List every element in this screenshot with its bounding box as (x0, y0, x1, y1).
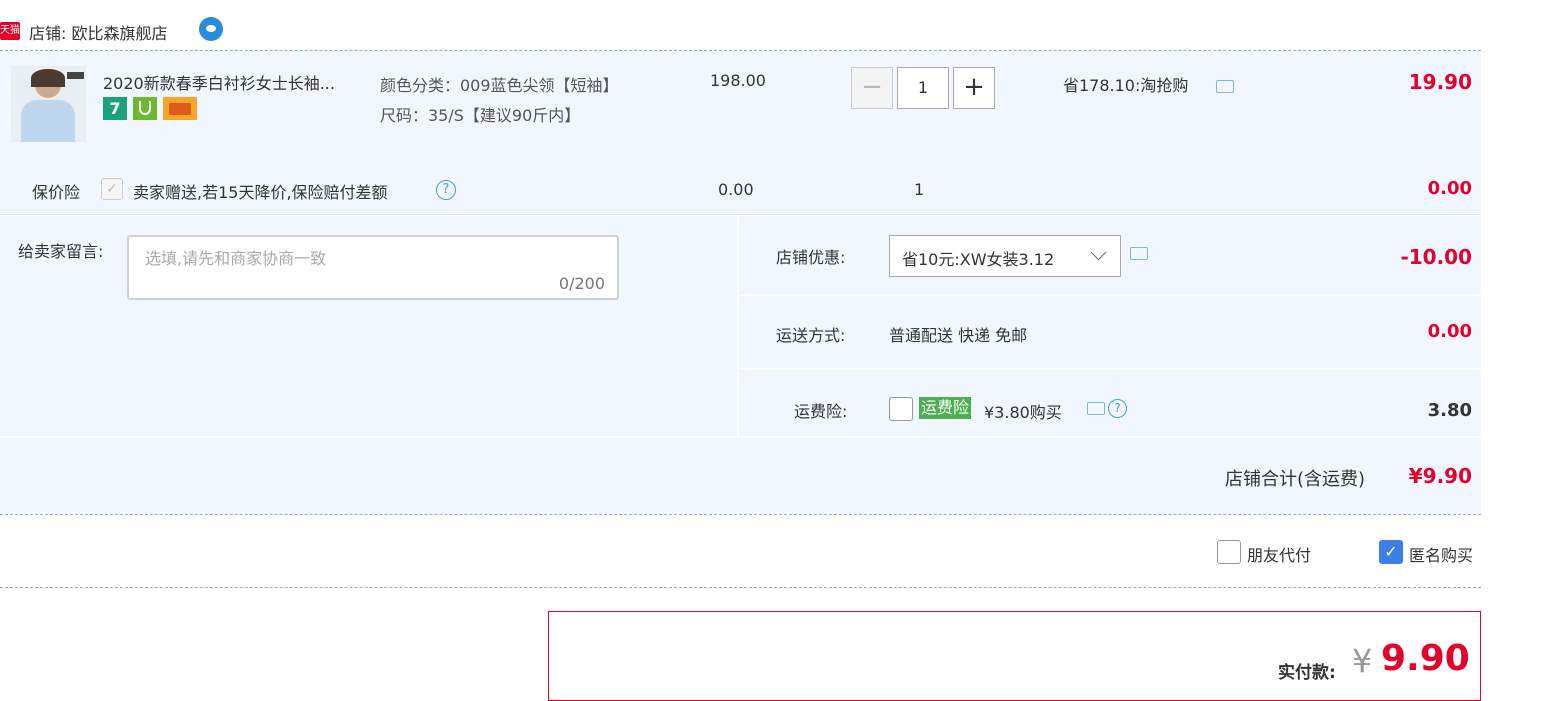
insurance-price: 0.00 (718, 180, 754, 199)
shop-discount-amount: -10.00 (1400, 245, 1472, 269)
unit-price: 198.00 (710, 71, 766, 90)
message-counter: 0/200 (558, 274, 605, 293)
insurance-total: 0.00 (1427, 178, 1472, 199)
quantity-input[interactable]: 1 (897, 67, 949, 109)
increase-quantity-button[interactable]: + (953, 67, 995, 109)
shop-discount-select[interactable]: 省10元:XW女装3.12 (889, 235, 1121, 277)
product-thumbnail[interactable] (11, 66, 86, 142)
sku-color: 颜色分类：009蓝色尖领【短袖】 (380, 76, 619, 95)
shop-discount-label: 店铺优惠: (776, 248, 846, 267)
help-icon[interactable]: ? (1108, 399, 1127, 418)
decrease-quantity-button[interactable]: − (851, 67, 893, 109)
wangwang-chat-icon[interactable] (199, 17, 223, 41)
card-icon (163, 97, 197, 120)
insurance-checkbox: ✓ (101, 178, 123, 200)
shop-total-amount: ¥9.90 (1408, 464, 1472, 488)
chevron-down-icon (1090, 244, 1107, 261)
message-textarea[interactable]: 选填,请先和商家协商一致 0/200 (127, 235, 619, 300)
shop-name[interactable]: 店铺: 欧比森旗舰店 (29, 20, 167, 44)
shipping-amount: 0.00 (1427, 321, 1472, 342)
anonymous-checkbox[interactable]: ✓ (1379, 540, 1403, 564)
discount-comment-icon[interactable] (1216, 80, 1234, 93)
product-title[interactable]: 2020新款春季白衬衫女士长袖... (103, 70, 335, 94)
discount-comment-icon[interactable] (1130, 247, 1148, 260)
shop-total-label: 店铺合计(含运费) (1225, 469, 1366, 490)
freight-insurance-amount: 3.80 (1427, 400, 1472, 421)
message-label: 给卖家留言: (18, 242, 104, 261)
freight-insurance-price: ¥3.80购买 (984, 403, 1062, 422)
help-icon[interactable]: ? (436, 180, 456, 200)
freight-comment-icon[interactable] (1087, 402, 1105, 415)
shield-icon (133, 97, 157, 120)
freight-insurance-checkbox[interactable] (889, 397, 913, 421)
shipping-value: 普通配送 快递 免邮 (889, 326, 1028, 345)
pay-amount: 9.90 (1381, 638, 1470, 679)
insurance-label: 保价险 (32, 183, 81, 202)
discount-text: 省178.10:淘抢购 (1063, 76, 1189, 95)
tmall-badge-icon: 天猫 (0, 22, 20, 40)
item-subtotal: 19.90 (1408, 70, 1472, 94)
pay-label: 实付款: (1278, 663, 1336, 683)
shipping-label: 运送方式: (776, 326, 846, 345)
anonymous-label[interactable]: 匿名购买 (1409, 542, 1473, 566)
currency-symbol: ¥ (1352, 642, 1373, 680)
friend-pay-label[interactable]: 朋友代付 (1247, 542, 1311, 566)
7-day-return-icon: 7 (103, 97, 127, 120)
friend-pay-checkbox[interactable] (1217, 540, 1241, 564)
insurance-desc: 卖家赠送,若15天降价,保险赔付差额 (133, 183, 388, 202)
freight-insurance-tag: 运费险 (919, 397, 972, 419)
freight-insurance-label: 运费险: (794, 402, 848, 421)
sku-size: 尺码：35/S【建议90斤内】 (380, 106, 581, 125)
message-placeholder: 选填,请先和商家协商一致 (145, 249, 327, 268)
shop-discount-selected: 省10元:XW女装3.12 (902, 250, 1055, 269)
insurance-qty: 1 (914, 180, 925, 199)
